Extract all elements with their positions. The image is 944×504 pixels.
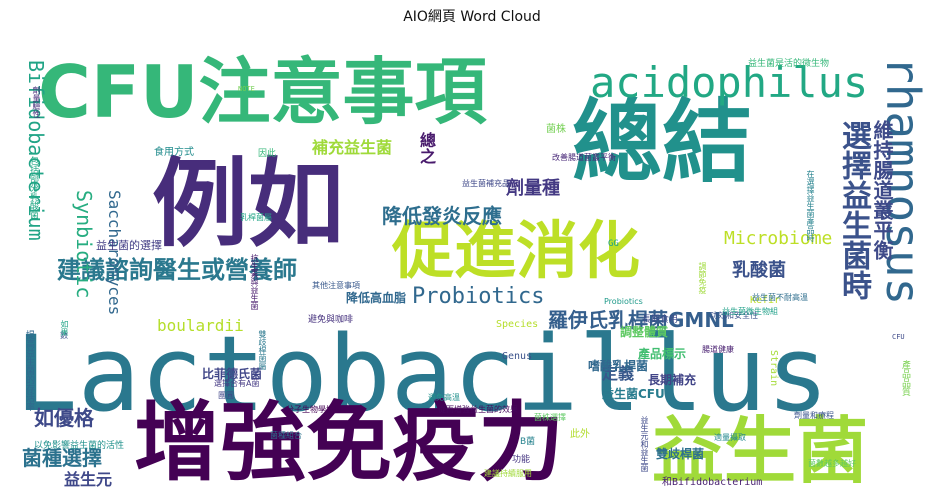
word-47: 劑量和療程: [794, 411, 834, 420]
chart-title: AIO網頁 Word Cloud: [403, 9, 541, 25]
word-73: 調節免疫: [698, 262, 707, 294]
word-26: 總之: [417, 132, 436, 164]
word-41: 包括部分乳酸菌: [28, 156, 38, 219]
word-67: 益生菌不耐高溫: [752, 293, 808, 302]
word-75: 益生元和益生菌: [640, 416, 649, 472]
word-53: 因此: [258, 149, 277, 159]
word-20: 菌種選擇: [22, 446, 102, 470]
word-44: Genus: [502, 351, 533, 362]
word-70: 在選擇益生菌產品時: [806, 170, 815, 242]
word-2: 例如: [152, 148, 344, 260]
word-50: 避免與咖啡: [308, 315, 354, 325]
word-52: B菌: [520, 437, 536, 447]
word-10: 選擇益生菌時: [836, 120, 871, 300]
word-64: 如果: [60, 320, 69, 336]
word-55: 提高益生菌的存活率: [24, 330, 34, 411]
word-78: 腸道健康: [702, 345, 734, 354]
word-17: 降低發炎反應: [382, 204, 502, 228]
word-12: Probiotics: [412, 284, 545, 309]
word-3: 總結: [572, 90, 752, 195]
word-77: 菌種組合: [270, 431, 302, 440]
word-49: 功能: [512, 455, 531, 465]
word-28: 益生元: [64, 470, 113, 489]
word-25: 補充益生菌: [312, 138, 393, 157]
word-32: 雙歧桿菌: [656, 447, 705, 461]
word-39: 食用方式: [154, 147, 194, 158]
word-76: 雙歧桿菌屬: [258, 330, 267, 370]
word-80: 建議持續服用: [484, 469, 532, 478]
word-34: 降低高血脂: [346, 291, 407, 305]
word-61: 菌株選擇: [534, 413, 566, 422]
word-23: Microbiome: [724, 228, 833, 249]
word-30: 長期補充: [648, 373, 697, 387]
word-43: Species: [496, 319, 539, 330]
word-15: 維持腸道叢平衡: [870, 120, 894, 260]
word-82: 益生菌補充品: [462, 179, 510, 188]
word-40: 菌株: [546, 124, 566, 135]
word-24: boulardii: [157, 316, 244, 335]
word-18: 劑量種: [506, 178, 560, 199]
word-86: NOTE: [238, 85, 255, 93]
word-35: 調整體質: [620, 325, 669, 339]
word-54: GG: [608, 239, 619, 249]
word-83: 適量攝取: [714, 433, 746, 442]
word-cloud-canvas: Lactobacillus 例如 總結 增強免疫力 CFU注意事項 益生菌 促進消化 acid…: [12, 30, 932, 492]
word-22: Saccharomyces: [105, 190, 124, 316]
word-45: Strain: [768, 350, 779, 387]
word-71: 劑量驗性: [32, 86, 41, 118]
word-5: CFU注意事項: [38, 50, 487, 134]
word-66: 改善腸道菌叢平衡: [552, 153, 616, 162]
word-14: Synbiotic: [72, 190, 96, 299]
word-57: 益生菌是活的微生物: [748, 59, 830, 69]
word-51: 長期食用: [642, 315, 679, 325]
word-48: 產品品質: [900, 360, 910, 396]
word-81: 菌數越多越好: [808, 459, 856, 468]
word-7: 促進消化: [392, 214, 641, 287]
word-60: 從而增強益生菌的效果: [438, 405, 518, 414]
word-31: 益生菌CFU: [602, 387, 665, 401]
word-38: 和Bifidobacterium: [662, 477, 763, 488]
word-62: 團圓: [218, 391, 234, 400]
word-56: 以免影響益生菌的活性: [34, 441, 125, 451]
word-46: 此外: [570, 429, 590, 440]
word-74: 選擇合有A菌: [214, 379, 260, 388]
word-36: 產品標示: [638, 347, 687, 361]
word-19: 乳酸菌: [732, 260, 786, 281]
word-69: 抗生素與益生菌: [250, 254, 259, 310]
word-84: Probiotics: [604, 297, 643, 306]
word-37: 益生菌的選擇: [96, 239, 162, 252]
word-85: CFU: [892, 333, 905, 341]
word-68: 益生菌微生物組: [722, 307, 778, 316]
word-72: 避免高溫: [428, 393, 460, 402]
word-29: 嗜酸乳桿菌: [588, 359, 649, 373]
word-21: 如優格: [34, 406, 94, 430]
word-59: 分子生物學技術: [286, 405, 342, 414]
word-65: 其他注意事項: [312, 281, 360, 290]
word-79: 乳桿菌屬: [240, 213, 272, 222]
